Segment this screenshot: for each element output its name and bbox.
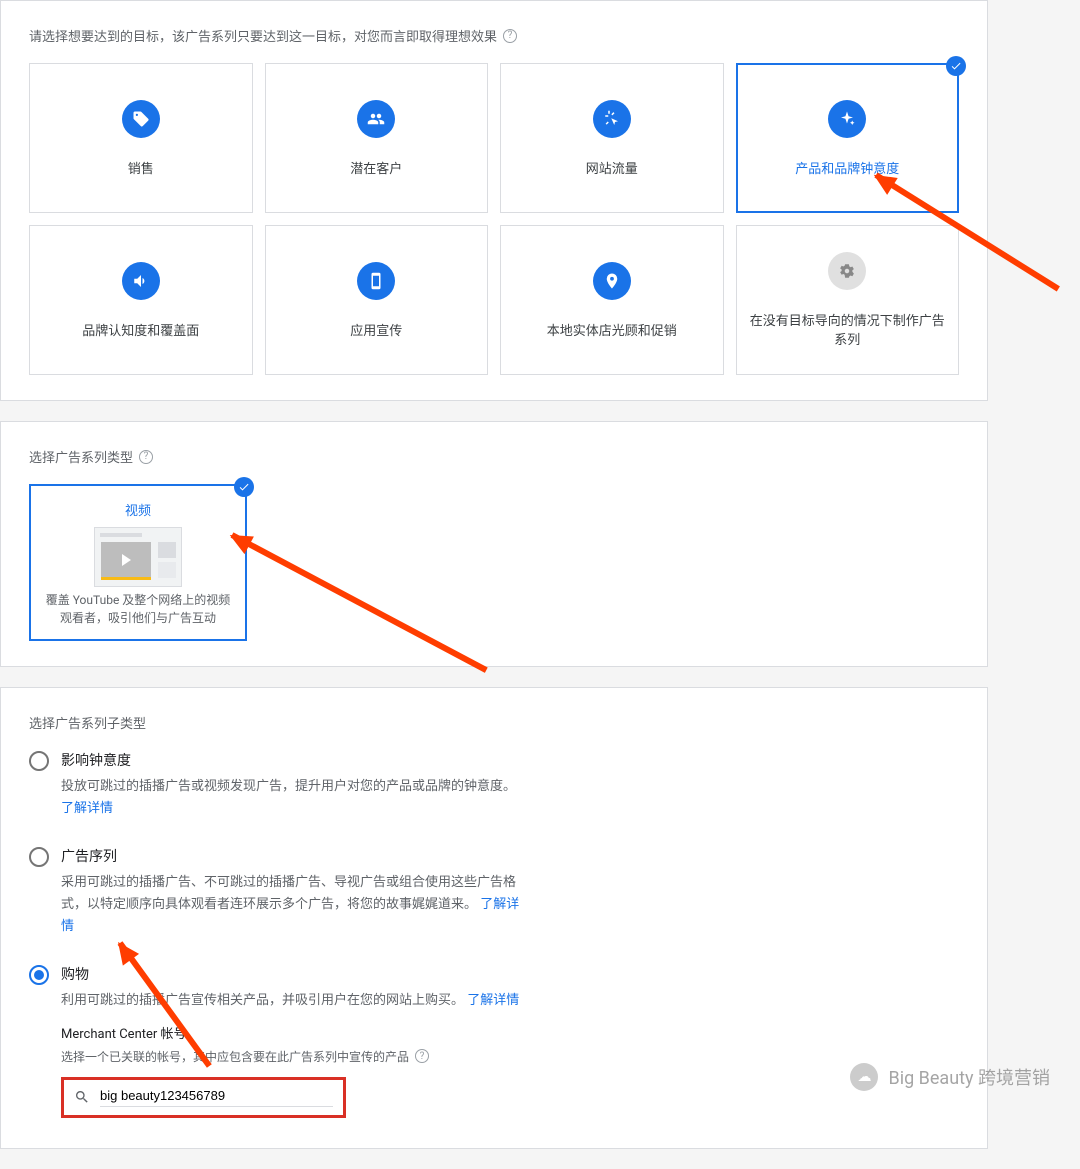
people-icon xyxy=(357,100,395,138)
goal-label: 在没有目标导向的情况下制作广告系列 xyxy=(737,310,959,348)
type-title: 视频 xyxy=(41,500,235,519)
goal-sales[interactable]: 销售 xyxy=(29,63,253,213)
goals-grid: 销售 潜在客户 网站流量 产品和品牌钟意度 xyxy=(29,63,959,375)
goal-app[interactable]: 应用宣传 xyxy=(265,225,489,375)
radio-icon[interactable] xyxy=(29,751,49,771)
goal-label: 潜在客户 xyxy=(342,158,410,177)
goal-label: 应用宣传 xyxy=(342,320,410,339)
radio-icon[interactable] xyxy=(29,847,49,867)
merchant-hint: 选择一个已关联的帐号，其中应包含要在此广告系列中宣传的产品 ? xyxy=(61,1048,959,1065)
subtype-option-influence[interactable]: 影响钟意度 投放可跳过的插播广告或视频发现广告，提升用户对您的产品或品牌的钟意度… xyxy=(29,750,959,820)
goal-consideration[interactable]: 产品和品牌钟意度 xyxy=(736,63,960,213)
option-desc: 利用可跳过的插播广告宣传相关产品，并吸引用户在您的网站上购买。 了解详情 xyxy=(61,990,531,1012)
help-icon[interactable]: ? xyxy=(415,1049,429,1063)
option-title: 购物 xyxy=(61,964,959,984)
goal-traffic[interactable]: 网站流量 xyxy=(500,63,724,213)
subtype-option-shopping[interactable]: 购物 利用可跳过的插播广告宣传相关产品，并吸引用户在您的网站上购买。 了解详情 xyxy=(29,964,959,1012)
learn-more-link[interactable]: 了解详情 xyxy=(61,801,113,816)
goal-local[interactable]: 本地实体店光顾和促销 xyxy=(500,225,724,375)
check-icon xyxy=(946,56,966,76)
option-desc: 投放可跳过的插播广告或视频发现广告，提升用户对您的产品或品牌的钟意度。 了解详情 xyxy=(61,776,531,820)
check-icon xyxy=(234,477,254,497)
subtype-section-label: 选择广告系列子类型 xyxy=(29,713,959,732)
megaphone-icon xyxy=(122,262,160,300)
type-video-card[interactable]: 视频 覆盖 YouTube 及整个网络上的视频观看者，吸引他们与广告互动 xyxy=(29,484,247,641)
cursor-click-icon xyxy=(593,100,631,138)
goal-label: 品牌认知度和覆盖面 xyxy=(74,320,207,339)
help-icon[interactable]: ? xyxy=(139,450,153,464)
option-title: 影响钟意度 xyxy=(61,750,959,770)
radio-icon[interactable] xyxy=(29,965,49,985)
merchant-search-box[interactable] xyxy=(61,1077,346,1118)
goal-label: 本地实体店光顾和促销 xyxy=(539,320,685,339)
subtype-label-text: 选择广告系列子类型 xyxy=(29,713,146,732)
sparkle-icon xyxy=(828,100,866,138)
goal-label: 销售 xyxy=(120,158,162,177)
option-desc: 采用可跳过的插播广告、不可跳过的插播广告、导视广告或组合使用这些广告格式，以特定… xyxy=(61,872,531,938)
subtype-panel: 选择广告系列子类型 影响钟意度 投放可跳过的插播广告或视频发现广告，提升用户对您… xyxy=(0,687,988,1149)
type-desc: 覆盖 YouTube 及整个网络上的视频观看者，吸引他们与广告互动 xyxy=(41,591,235,627)
search-icon xyxy=(74,1089,90,1105)
learn-more-link[interactable]: 了解详情 xyxy=(467,993,519,1008)
goal-awareness[interactable]: 品牌认知度和覆盖面 xyxy=(29,225,253,375)
help-icon[interactable]: ? xyxy=(503,29,517,43)
goals-label-text: 请选择想要达到的目标，该广告系列只要达到这一目标，对您而言即取得理想效果 xyxy=(29,26,497,45)
goal-leads[interactable]: 潜在客户 xyxy=(265,63,489,213)
video-thumbnail-icon xyxy=(94,527,182,587)
merchant-title: Merchant Center 帐号 xyxy=(61,1023,959,1042)
goal-no-guidance[interactable]: 在没有目标导向的情况下制作广告系列 xyxy=(736,225,960,375)
goal-label: 网站流量 xyxy=(578,158,646,177)
goals-section-label: 请选择想要达到的目标，该广告系列只要达到这一目标，对您而言即取得理想效果 ? xyxy=(29,26,959,45)
type-section-label: 选择广告系列类型 ? xyxy=(29,447,959,466)
type-label-text: 选择广告系列类型 xyxy=(29,447,133,466)
gear-icon xyxy=(828,252,866,290)
pin-icon xyxy=(593,262,631,300)
merchant-search-input[interactable] xyxy=(100,1088,333,1107)
merchant-center-block: Merchant Center 帐号 选择一个已关联的帐号，其中应包含要在此广告… xyxy=(61,1023,959,1118)
goal-label: 产品和品牌钟意度 xyxy=(787,158,907,177)
option-title: 广告序列 xyxy=(61,846,959,866)
goals-panel: 请选择想要达到的目标，该广告系列只要达到这一目标，对您而言即取得理想效果 ? 销… xyxy=(0,0,988,401)
phone-icon xyxy=(357,262,395,300)
campaign-type-panel: 选择广告系列类型 ? 视频 覆盖 YouTube 及整个网络上的视频观看者，吸引… xyxy=(0,421,988,667)
tag-icon xyxy=(122,100,160,138)
subtype-option-sequence[interactable]: 广告序列 采用可跳过的插播广告、不可跳过的插播广告、导视广告或组合使用这些广告格… xyxy=(29,846,959,938)
